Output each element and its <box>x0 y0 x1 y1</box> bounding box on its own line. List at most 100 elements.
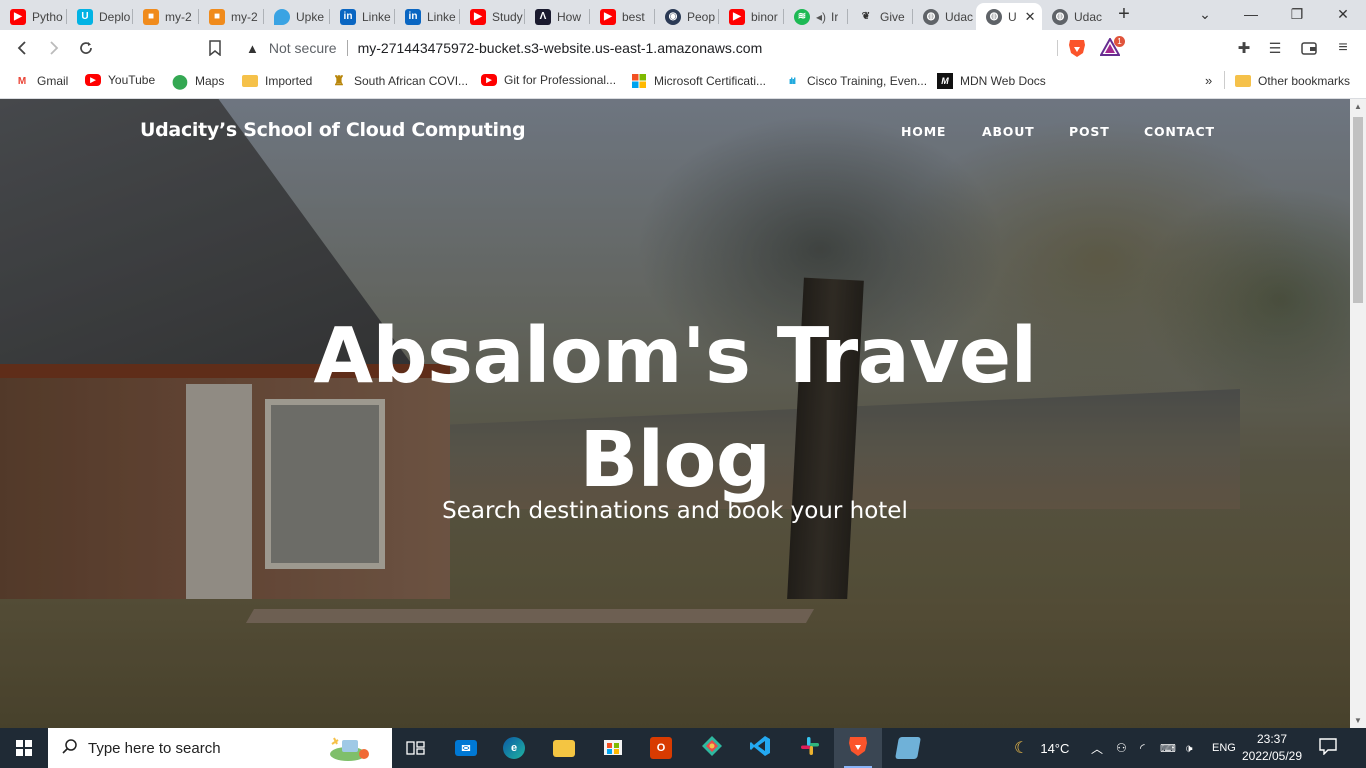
browser-tab[interactable]: U Deplo <box>67 3 133 30</box>
clock-date: 2022/05/29 <box>1241 749 1303 763</box>
browser-tab[interactable]: ▶ Study <box>460 3 525 30</box>
folder-icon <box>553 739 575 757</box>
restore-button[interactable]: ❐ <box>1274 3 1320 27</box>
wallet-button[interactable] <box>1297 36 1321 60</box>
youtube-icon: ▶ <box>600 8 616 25</box>
browser-tab[interactable]: ◉ Peop <box>655 3 719 30</box>
browser-tab[interactable]: ■ my-2 <box>199 3 264 30</box>
security-label[interactable]: Not secure <box>269 40 337 56</box>
media-button[interactable]: ☰ <box>1263 36 1287 60</box>
bookmark-sa-covid[interactable]: ♜ South African COVI... <box>331 73 468 89</box>
bookmark-youtube[interactable]: ▶ YouTube <box>85 73 155 87</box>
browser-tab[interactable]: Upke <box>264 3 330 30</box>
browser-tab[interactable]: ◍ Udac <box>1042 3 1106 30</box>
site-brand-link[interactable]: Udacity’s School of Cloud Computing <box>140 119 526 141</box>
tab-title: my-2 <box>165 9 192 24</box>
bookmark-cisco-training[interactable]: ılıl Cisco Training, Even... <box>784 73 927 89</box>
taskbar-search[interactable]: Type here to search <box>48 728 392 768</box>
bookmark-button[interactable] <box>203 36 227 60</box>
forward-button[interactable] <box>42 36 66 60</box>
browser-tab[interactable]: ≋ ◂) Ir <box>784 3 848 30</box>
scroll-down-arrow-icon[interactable]: ▼ <box>1353 716 1363 725</box>
browser-tab[interactable]: ▶ best <box>590 3 655 30</box>
wallet-icon <box>1301 42 1317 55</box>
browser-tab[interactable]: ◍ Udac <box>913 3 976 30</box>
ime-button[interactable]: ⌨ <box>1160 728 1176 768</box>
weather-widget[interactable]: ☾ 14°C <box>1014 728 1069 768</box>
start-button[interactable] <box>0 728 48 768</box>
reload-button[interactable] <box>74 36 98 60</box>
globe-icon: ◍ <box>923 8 939 25</box>
brave-shields-icon[interactable] <box>1068 38 1086 58</box>
taskbar-office[interactable]: O <box>637 728 685 768</box>
browser-tab-active[interactable]: ◍ U ✕ <box>976 3 1042 30</box>
maps-icon: ⬤ <box>172 72 188 89</box>
microsoft-store-icon <box>602 735 624 762</box>
meet-now-button[interactable]: ⚇ <box>1116 728 1127 768</box>
taskbar-mail[interactable]: ✉ <box>442 728 490 768</box>
menu-button[interactable]: ≡ <box>1331 36 1355 60</box>
bookmark-mdn[interactable]: M MDN Web Docs <box>937 73 1046 89</box>
volume-button[interactable]: 🕩 <box>1185 728 1193 768</box>
browser-tab[interactable]: in Linke <box>395 3 460 30</box>
browser-tab[interactable]: ▶ Pytho <box>0 3 67 30</box>
office-icon: O <box>650 737 672 759</box>
taskbar-edge[interactable]: e <box>490 728 538 768</box>
taskbar-notepad[interactable] <box>884 728 932 768</box>
nav-contact[interactable]: CONTACT <box>1144 124 1215 139</box>
sa-coat-of-arms-icon: ♜ <box>333 73 345 88</box>
udacity-icon: U <box>77 8 93 25</box>
tab-search-button[interactable]: ⌄ <box>1182 3 1228 27</box>
scroll-up-arrow-icon[interactable]: ▲ <box>1353 102 1363 111</box>
notification-icon <box>1319 738 1337 756</box>
tab-title: Udac <box>1074 9 1103 24</box>
close-tab-icon[interactable]: ✕ <box>1025 9 1036 25</box>
taskbar-file-explorer[interactable] <box>540 728 588 768</box>
tab-title: Pytho <box>32 9 63 24</box>
tab-strip: ▶ Pytho U Deplo ■ my-2 ■ my-2 Upke in Li… <box>0 0 1366 30</box>
close-window-button[interactable]: ✕ <box>1320 3 1366 27</box>
bookmark-folder-imported[interactable]: Imported <box>242 73 312 89</box>
brave-rewards-icon[interactable]: 1 <box>1099 36 1125 58</box>
bookmark-label: Imported <box>265 74 313 88</box>
browser-tab[interactable]: ❦ Give <box>848 3 913 30</box>
system-clock[interactable]: 23:37 2022/05/29 <box>1237 731 1307 765</box>
bookmark-label: Maps <box>195 74 225 88</box>
browser-tab[interactable]: ▶ binor <box>719 3 784 30</box>
nav-post[interactable]: POST <box>1069 124 1110 139</box>
minimize-button[interactable]: — <box>1228 3 1274 27</box>
nav-about[interactable]: ABOUT <box>982 124 1035 139</box>
scrollbar-thumb[interactable] <box>1353 117 1363 303</box>
bookmark-maps[interactable]: ⬤ Maps <box>172 73 224 89</box>
taskbar-brave[interactable] <box>834 728 882 768</box>
taskbar-gitkraken[interactable] <box>688 728 736 768</box>
browser-tab[interactable]: ■ my-2 <box>133 3 199 30</box>
youtube-icon: ▶ <box>470 8 486 25</box>
warning-icon[interactable]: ▲ <box>246 41 259 56</box>
browser-tab[interactable]: in Linke <box>330 3 395 30</box>
network-button[interactable]: ◜ <box>1140 728 1145 768</box>
notification-center-button[interactable] <box>1318 737 1340 757</box>
bookmark-gmail[interactable]: M Gmail <box>14 73 69 89</box>
bookmark-microsoft-certification[interactable]: Microsoft Certificati... <box>631 73 766 89</box>
new-tab-button[interactable]: + <box>1113 3 1135 27</box>
globe-icon: ◍ <box>1052 8 1068 25</box>
address-bar[interactable]: ▲ Not secure my-271443475972-bucket.s3-w… <box>237 33 1130 63</box>
taskbar-store[interactable] <box>589 728 637 768</box>
mdn-icon: M <box>937 73 953 89</box>
taskbar-slack[interactable] <box>786 728 834 768</box>
language-button[interactable]: ENG <box>1212 728 1236 768</box>
arrow-left-icon <box>17 41 26 55</box>
page-scrollbar[interactable]: ▲ ▼ <box>1350 99 1366 728</box>
bookmarks-overflow-button[interactable]: » <box>1205 73 1212 88</box>
extensions-button[interactable]: ✚ <box>1232 36 1256 60</box>
url-text[interactable]: my-271443475972-bucket.s3-website.us-eas… <box>358 40 763 56</box>
bookmark-git-for-professionals[interactable]: ▶ Git for Professional... <box>481 73 616 87</box>
nav-home[interactable]: HOME <box>901 124 946 139</box>
show-hidden-icons-button[interactable]: ︿ <box>1091 728 1103 768</box>
task-view-button[interactable] <box>392 728 440 768</box>
other-bookmarks-folder[interactable]: Other bookmarks <box>1235 73 1350 89</box>
back-button[interactable] <box>10 36 34 60</box>
taskbar-vscode[interactable] <box>736 728 784 768</box>
browser-tab[interactable]: Λ How <box>525 3 590 30</box>
